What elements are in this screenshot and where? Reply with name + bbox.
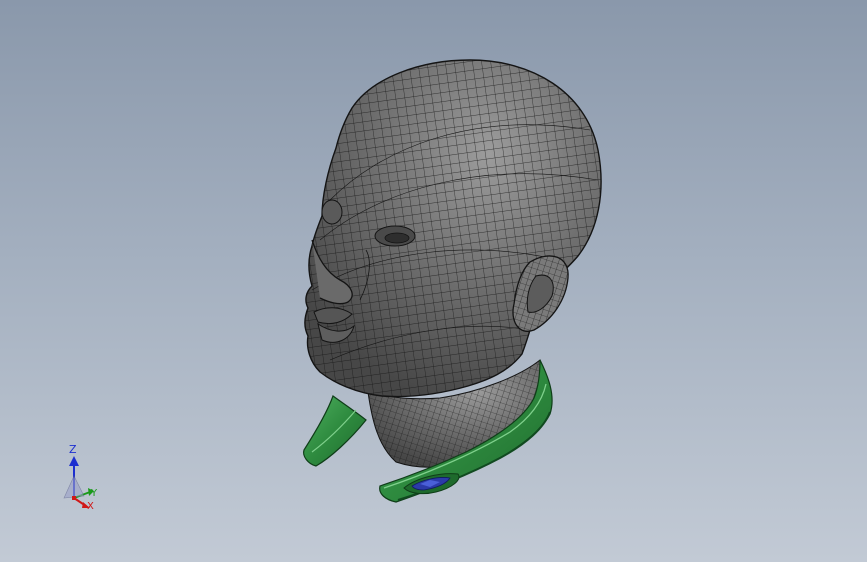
triad-axes bbox=[63, 456, 94, 508]
z-axis-label: Z bbox=[69, 443, 77, 456]
collar-left-strap[interactable] bbox=[303, 395, 367, 467]
orientation-triad[interactable]: Z Y X bbox=[52, 440, 112, 520]
graphics-viewport[interactable]: Z Y X bbox=[0, 0, 867, 562]
model-scene[interactable] bbox=[0, 0, 867, 562]
z-axis-arrow-icon bbox=[69, 456, 79, 466]
x-axis-label: X bbox=[87, 501, 94, 512]
triad-plane-icon bbox=[63, 475, 85, 499]
left-eye-socket bbox=[321, 199, 343, 225]
y-axis-label: Y bbox=[91, 488, 98, 499]
head-mesh bbox=[305, 60, 602, 397]
triad-origin-icon bbox=[72, 496, 76, 500]
